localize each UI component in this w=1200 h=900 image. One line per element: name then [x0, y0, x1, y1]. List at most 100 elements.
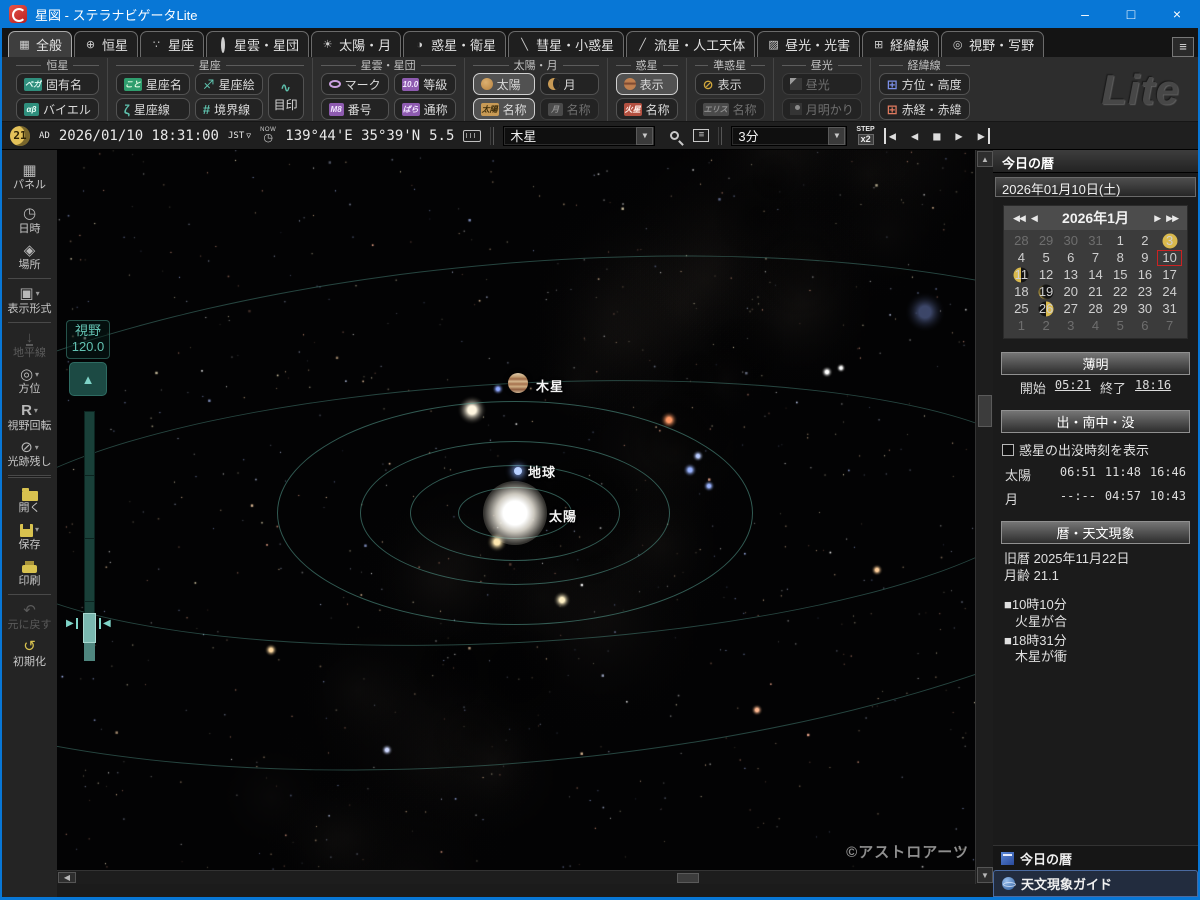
fov-slider-thumb[interactable]: [83, 613, 96, 643]
search-button[interactable]: [664, 131, 684, 140]
calendar-day[interactable]: 28: [1083, 301, 1108, 317]
vertical-scroll-thumb[interactable]: [978, 395, 992, 427]
bayer-button[interactable]: αβバイエル: [16, 98, 99, 120]
twilight-start-value[interactable]: 05:21: [1055, 378, 1091, 397]
panel-tab-today-calendar[interactable]: 今日の暦: [993, 845, 1198, 870]
sidebar-item-location[interactable]: ◈場所: [2, 238, 57, 275]
calendar-day[interactable]: 25: [1009, 301, 1034, 317]
tab-fixed-stars[interactable]: ⊕恒星: [74, 31, 138, 57]
sidebar-item-datetime[interactable]: ◷日時: [2, 202, 57, 239]
chart-vertical-scrollbar[interactable]: ▲ ▼: [975, 150, 993, 884]
calendar-day[interactable]: 29: [1108, 301, 1133, 317]
limiting-magnitude-value[interactable]: 5.5: [429, 128, 454, 144]
tab-planets-satellites[interactable]: ◑惑星・衛星: [403, 31, 506, 57]
calendar-day[interactable]: 3: [1058, 318, 1083, 334]
next-year-button[interactable]: ▶▶: [1163, 213, 1181, 224]
sidebar-item-print[interactable]: 印刷: [2, 554, 57, 591]
calendar-day[interactable]: 31: [1083, 233, 1108, 249]
calendar-day[interactable]: 4: [1083, 318, 1108, 334]
calendar-day[interactable]: 7: [1157, 318, 1182, 334]
boundary-line-button[interactable]: #境界線: [195, 98, 263, 120]
sidebar-item-reset[interactable]: ↺初期化: [2, 635, 57, 672]
calendar-day[interactable]: 1: [1108, 233, 1133, 249]
star-chart[interactable]: 木星 地球 太陽 視野 120.0 ▲ ▶ ◀ ©アストロアーツ: [57, 150, 975, 870]
calendar-day[interactable]: 2: [1034, 318, 1059, 334]
panel-tab-phenomena-guide[interactable]: 天文現象ガイド: [993, 870, 1198, 897]
skip-to-start-button[interactable]: ◀: [884, 128, 899, 144]
catalog-number-button[interactable]: M8番号: [321, 98, 389, 120]
step-x2-button[interactable]: STEPx2: [856, 126, 874, 145]
tab-general[interactable]: ▦全般: [8, 31, 72, 57]
sidebar-item-horizon[interactable]: ↓地平線: [2, 326, 57, 363]
constellation-name-button[interactable]: こと星座名: [116, 73, 190, 95]
tab-fov-framing[interactable]: ◎視野・写野: [941, 31, 1044, 57]
timezone-caret-icon[interactable]: ▽: [246, 131, 251, 140]
azimuth-altitude-button[interactable]: ⊞方位・高度: [879, 73, 970, 95]
calendar-day[interactable]: 31: [1157, 301, 1182, 317]
planet-show-button[interactable]: 表示: [616, 73, 678, 95]
minimize-button[interactable]: –: [1062, 0, 1108, 28]
moonlight-button[interactable]: 月明かり: [782, 98, 862, 120]
calendar-day[interactable]: 27: [1058, 301, 1083, 317]
sidebar-item-undo[interactable]: ↶元に戻す: [2, 598, 57, 635]
calendar-day[interactable]: 5: [1034, 250, 1059, 266]
calendar-day[interactable]: 13: [1058, 267, 1083, 283]
skip-to-end-button[interactable]: ▶: [975, 128, 990, 144]
dwarf-show-button[interactable]: ⊘表示: [695, 73, 765, 95]
step-back-button[interactable]: ◀: [908, 128, 921, 144]
calendar-day[interactable]: 23: [1133, 284, 1158, 300]
moon-age-badge[interactable]: 21: [10, 126, 30, 146]
scroll-down-icon[interactable]: ▼: [977, 867, 993, 883]
calendar-day[interactable]: 28: [1009, 233, 1034, 249]
now-clock-icon[interactable]: NOW◷: [260, 127, 276, 144]
common-name-button[interactable]: ばら通称: [394, 98, 456, 120]
constellation-line-button[interactable]: ζ星座線: [116, 98, 190, 120]
magnitude-button[interactable]: 10.0等級: [394, 73, 456, 95]
calendar-day[interactable]: 30: [1058, 233, 1083, 249]
keypad-icon[interactable]: [463, 130, 481, 142]
calendar-day[interactable]: 9: [1133, 250, 1158, 266]
calendar-day[interactable]: 18: [1009, 284, 1034, 300]
constellation-art-button[interactable]: ♐星座絵: [195, 73, 263, 95]
object-list-button[interactable]: ≡: [693, 129, 709, 142]
calendar-day[interactable]: 7: [1083, 250, 1108, 266]
calendar-day[interactable]: 1: [1009, 318, 1034, 334]
target-object-select[interactable]: 木星 ▼: [503, 126, 655, 146]
horizontal-scroll-thumb[interactable]: [677, 873, 699, 883]
calendar-day[interactable]: 14: [1083, 267, 1108, 283]
tab-daylight-pollution[interactable]: ▨昼光・光害: [757, 31, 860, 57]
calendar-day[interactable]: 6: [1133, 318, 1158, 334]
dropdown-arrow-icon[interactable]: ▼: [636, 127, 653, 145]
prev-year-button[interactable]: ◀◀: [1010, 213, 1028, 224]
sidebar-item-open[interactable]: 開く: [2, 481, 57, 518]
calendar-day[interactable]: 11: [1009, 267, 1034, 283]
ribbon-menu-button[interactable]: ≡: [1172, 37, 1194, 57]
calendar-day[interactable]: 30: [1133, 301, 1158, 317]
dropdown-arrow-icon[interactable]: ▼: [828, 127, 845, 145]
sun-toggle-button[interactable]: 太陽: [473, 73, 535, 95]
calendar-day[interactable]: 4: [1009, 250, 1034, 266]
checkbox-icon[interactable]: [1002, 444, 1014, 456]
calendar-day[interactable]: 17: [1157, 267, 1182, 283]
sidebar-item-save[interactable]: ▾保存: [2, 518, 57, 555]
planet-label-button[interactable]: 火星名称: [616, 98, 678, 120]
stop-button[interactable]: ■: [930, 128, 943, 144]
calendar-day[interactable]: 3: [1157, 233, 1182, 249]
dwarf-label-button[interactable]: エリス名称: [695, 98, 765, 120]
sidebar-item-fov-rotation[interactable]: R▾視野回転: [2, 399, 57, 436]
calendar-day[interactable]: 2: [1133, 233, 1158, 249]
jupiter-object[interactable]: [508, 373, 528, 393]
ra-dec-button[interactable]: ⊞赤経・赤緯: [879, 98, 970, 120]
calendar-day[interactable]: 22: [1108, 284, 1133, 300]
maximize-button[interactable]: □: [1108, 0, 1154, 28]
scroll-up-icon[interactable]: ▲: [977, 151, 993, 167]
sidebar-item-azimuth[interactable]: ◎▾方位: [2, 362, 57, 399]
moon-label-button[interactable]: 月名称: [540, 98, 599, 120]
calendar-day[interactable]: 29: [1034, 233, 1059, 249]
calendar-day[interactable]: 15: [1108, 267, 1133, 283]
twilight-end-value[interactable]: 18:16: [1135, 378, 1171, 397]
datetime-value[interactable]: 2026/01/10 18:31:00: [59, 128, 219, 144]
sidebar-item-panel[interactable]: ▦パネル: [2, 158, 57, 195]
tab-meteors-artificial[interactable]: ╱流星・人工天体: [626, 31, 755, 57]
sidebar-item-trail[interactable]: ⊘▾光跡残し: [2, 435, 57, 472]
